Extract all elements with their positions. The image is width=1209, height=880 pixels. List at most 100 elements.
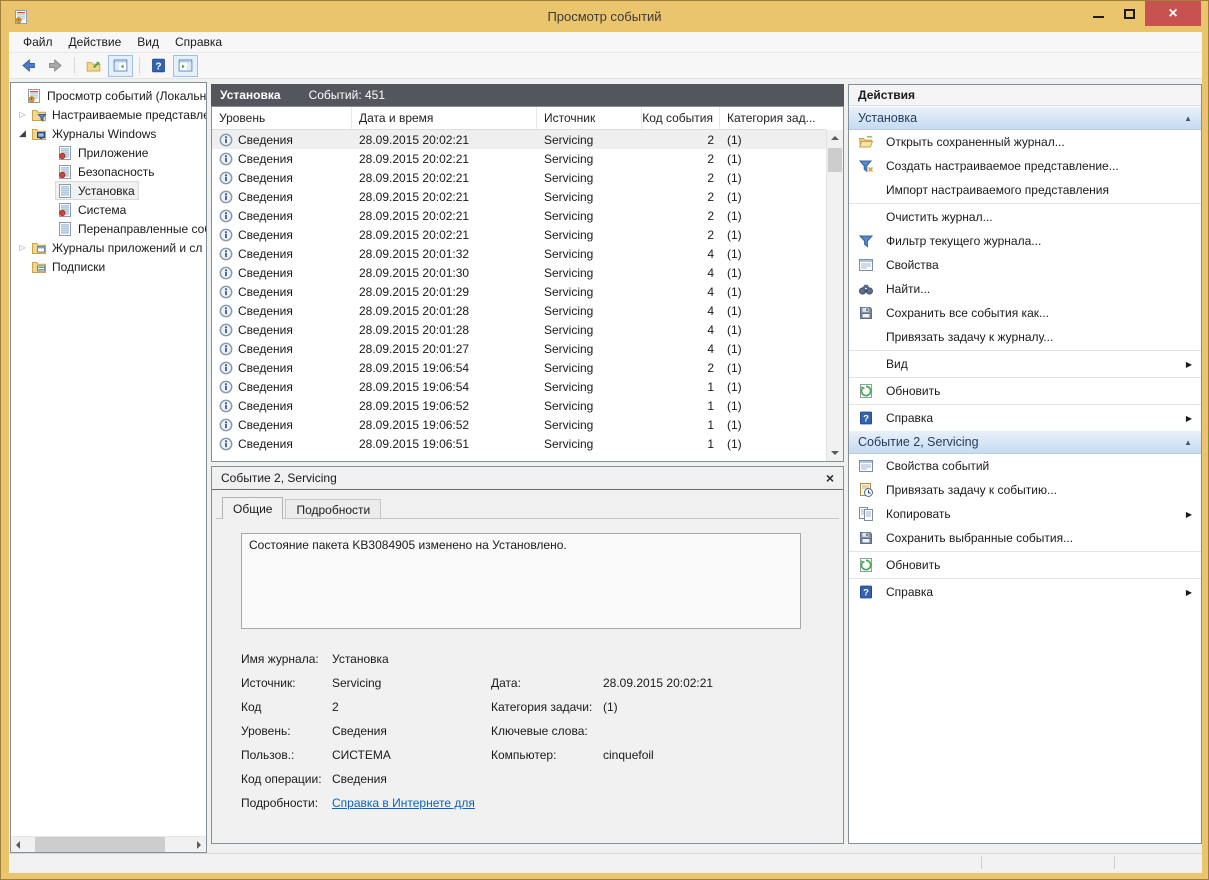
tree-item[interactable]: Настраиваемые представле	[11, 105, 206, 124]
tree-item[interactable]: Подписки	[11, 257, 206, 276]
tree-expand-arrow-icon[interactable]	[16, 238, 29, 257]
menu-item[interactable]: Файл	[15, 33, 61, 51]
scroll-up-button[interactable]	[827, 130, 843, 147]
actions-separator	[849, 551, 1201, 552]
action-item[interactable]: Создать настраиваемое представление...	[849, 154, 1201, 178]
scrollbar-track[interactable]	[27, 837, 190, 852]
scroll-right-button[interactable]	[190, 837, 206, 852]
column-header-task-category[interactable]: Категория зад...	[720, 107, 826, 129]
minimize-button[interactable]	[1083, 1, 1114, 26]
event-category: (1)	[727, 322, 742, 337]
action-item[interactable]: Обновить	[849, 379, 1201, 403]
action-item[interactable]: ? Справка	[849, 406, 1201, 430]
scrollbar-thumb[interactable]	[828, 148, 842, 172]
event-level: Сведения	[238, 227, 293, 242]
tree-item[interactable]: Журналы Windows	[11, 124, 206, 143]
scroll-down-button[interactable]	[827, 444, 843, 461]
title-bar[interactable]: Просмотр событий ×	[1, 1, 1208, 32]
event-code: 2	[707, 132, 714, 147]
event-row[interactable]: Сведения 28.09.2015 20:02:21 Servicing 2…	[212, 225, 826, 244]
tree-item[interactable]: Просмотр событий (Локальнь	[11, 86, 206, 105]
collapse-arrow-icon[interactable]	[1184, 438, 1192, 447]
column-header-datetime[interactable]: Дата и время	[352, 107, 537, 129]
tab[interactable]: Общие	[222, 497, 284, 519]
event-row[interactable]: Сведения 28.09.2015 20:01:32 Servicing 4…	[212, 244, 826, 263]
actions-section-header-event[interactable]: Событие 2, Servicing	[849, 430, 1201, 454]
event-code: 2	[707, 227, 714, 242]
preview-close-button[interactable]: ×	[826, 471, 834, 485]
event-row[interactable]: Сведения 28.09.2015 20:02:21 Servicing 2…	[212, 130, 826, 149]
export-log-icon[interactable]	[81, 55, 106, 77]
action-pane-icon[interactable]	[173, 54, 198, 77]
event-list-scrollbar[interactable]	[826, 130, 843, 461]
tree-item[interactable]: Журналы приложений и сл	[11, 238, 206, 257]
menu-item[interactable]: Справка	[167, 33, 230, 51]
event-row[interactable]: Сведения 28.09.2015 20:01:28 Servicing 4…	[212, 320, 826, 339]
tree-item[interactable]: Перенаправленные соб	[11, 219, 206, 238]
tab[interactable]: Подробности	[285, 499, 382, 518]
event-source: Servicing	[544, 341, 594, 356]
event-row[interactable]: Сведения 28.09.2015 20:01:27 Servicing 4…	[212, 339, 826, 358]
menu-item[interactable]: Действие	[61, 33, 130, 51]
action-item[interactable]: Привязать задачу к журналу...	[849, 325, 1201, 349]
action-item[interactable]: Привязать задачу к событию...	[849, 478, 1201, 502]
event-category: (1)	[727, 208, 742, 223]
event-row[interactable]: Сведения 28.09.2015 19:06:51 Servicing 1…	[212, 434, 826, 453]
action-item[interactable]: Обновить	[849, 553, 1201, 577]
action-item[interactable]: Сохранить выбранные события...	[849, 526, 1201, 550]
action-item[interactable]: Свойства	[849, 253, 1201, 277]
action-item[interactable]: ? Справка	[849, 580, 1201, 604]
action-icon	[858, 209, 874, 225]
action-item[interactable]: Сохранить все события как...	[849, 301, 1201, 325]
event-row[interactable]: Сведения 28.09.2015 19:06:54 Servicing 1…	[212, 377, 826, 396]
scrollbar-thumb[interactable]	[35, 837, 165, 852]
event-code: 2	[707, 170, 714, 185]
action-item[interactable]: Фильтр текущего журнала...	[849, 229, 1201, 253]
event-row[interactable]: Сведения 28.09.2015 19:06:52 Servicing 1…	[212, 396, 826, 415]
event-description[interactable]: Состояние пакета KB3084905 изменено на У…	[241, 533, 801, 629]
column-header-event-code[interactable]: Код события	[642, 107, 720, 129]
event-row[interactable]: Сведения 28.09.2015 20:02:21 Servicing 2…	[212, 149, 826, 168]
action-item[interactable]: Импорт настраиваемого представления	[849, 178, 1201, 202]
event-source: Servicing	[544, 322, 594, 337]
tree-expand-arrow-icon[interactable]	[16, 105, 29, 124]
event-log-marked-icon	[57, 164, 73, 180]
action-item[interactable]: Копировать	[849, 502, 1201, 526]
action-item[interactable]: Очистить журнал...	[849, 205, 1201, 229]
back-icon[interactable]	[16, 55, 41, 77]
actions-section-header-log[interactable]: Установка	[849, 106, 1201, 130]
actions-separator	[849, 203, 1201, 204]
tree-item[interactable]: Система	[11, 200, 206, 219]
tree-item[interactable]: Установка	[11, 181, 206, 200]
event-row[interactable]: Сведения 28.09.2015 19:06:52 Servicing 1…	[212, 415, 826, 434]
help-icon[interactable]: ?	[146, 55, 171, 77]
event-row[interactable]: Сведения 28.09.2015 20:01:29 Servicing 4…	[212, 282, 826, 301]
scroll-left-button[interactable]	[11, 837, 27, 852]
tree-item[interactable]: Приложение	[11, 143, 206, 162]
event-level: Сведения	[238, 398, 293, 413]
event-row[interactable]: Сведения 28.09.2015 19:06:54 Servicing 2…	[212, 358, 826, 377]
event-fields: Имя журнала: Установка Источник: Servici…	[241, 647, 839, 815]
event-row[interactable]: Сведения 28.09.2015 20:02:21 Servicing 2…	[212, 206, 826, 225]
forward-icon[interactable]	[43, 55, 68, 77]
collapse-arrow-icon[interactable]	[1184, 114, 1192, 123]
event-row[interactable]: Сведения 28.09.2015 20:02:21 Servicing 2…	[212, 168, 826, 187]
maximize-button[interactable]	[1114, 1, 1145, 26]
column-header-level[interactable]: Уровень	[212, 107, 352, 129]
tree-expand-arrow-icon[interactable]	[16, 124, 29, 143]
console-tree-icon[interactable]	[108, 54, 133, 77]
event-row[interactable]: Сведения 28.09.2015 20:01:28 Servicing 4…	[212, 301, 826, 320]
menu-item[interactable]: Вид	[129, 33, 167, 51]
event-row[interactable]: Сведения 28.09.2015 20:02:21 Servicing 2…	[212, 187, 826, 206]
column-header-source[interactable]: Источник	[537, 107, 642, 129]
event-row[interactable]: Сведения 28.09.2015 20:01:30 Servicing 4…	[212, 263, 826, 282]
tree-horizontal-scrollbar[interactable]	[11, 836, 206, 852]
tree-item[interactable]: Безопасность	[11, 162, 206, 181]
close-button[interactable]: ×	[1145, 1, 1201, 26]
action-item[interactable]: Открыть сохраненный журнал...	[849, 130, 1201, 154]
action-item[interactable]: Вид	[849, 352, 1201, 376]
action-item[interactable]: Найти...	[849, 277, 1201, 301]
refresh-icon	[858, 383, 874, 399]
subscriptions-icon	[31, 259, 47, 275]
action-item[interactable]: Свойства событий	[849, 454, 1201, 478]
